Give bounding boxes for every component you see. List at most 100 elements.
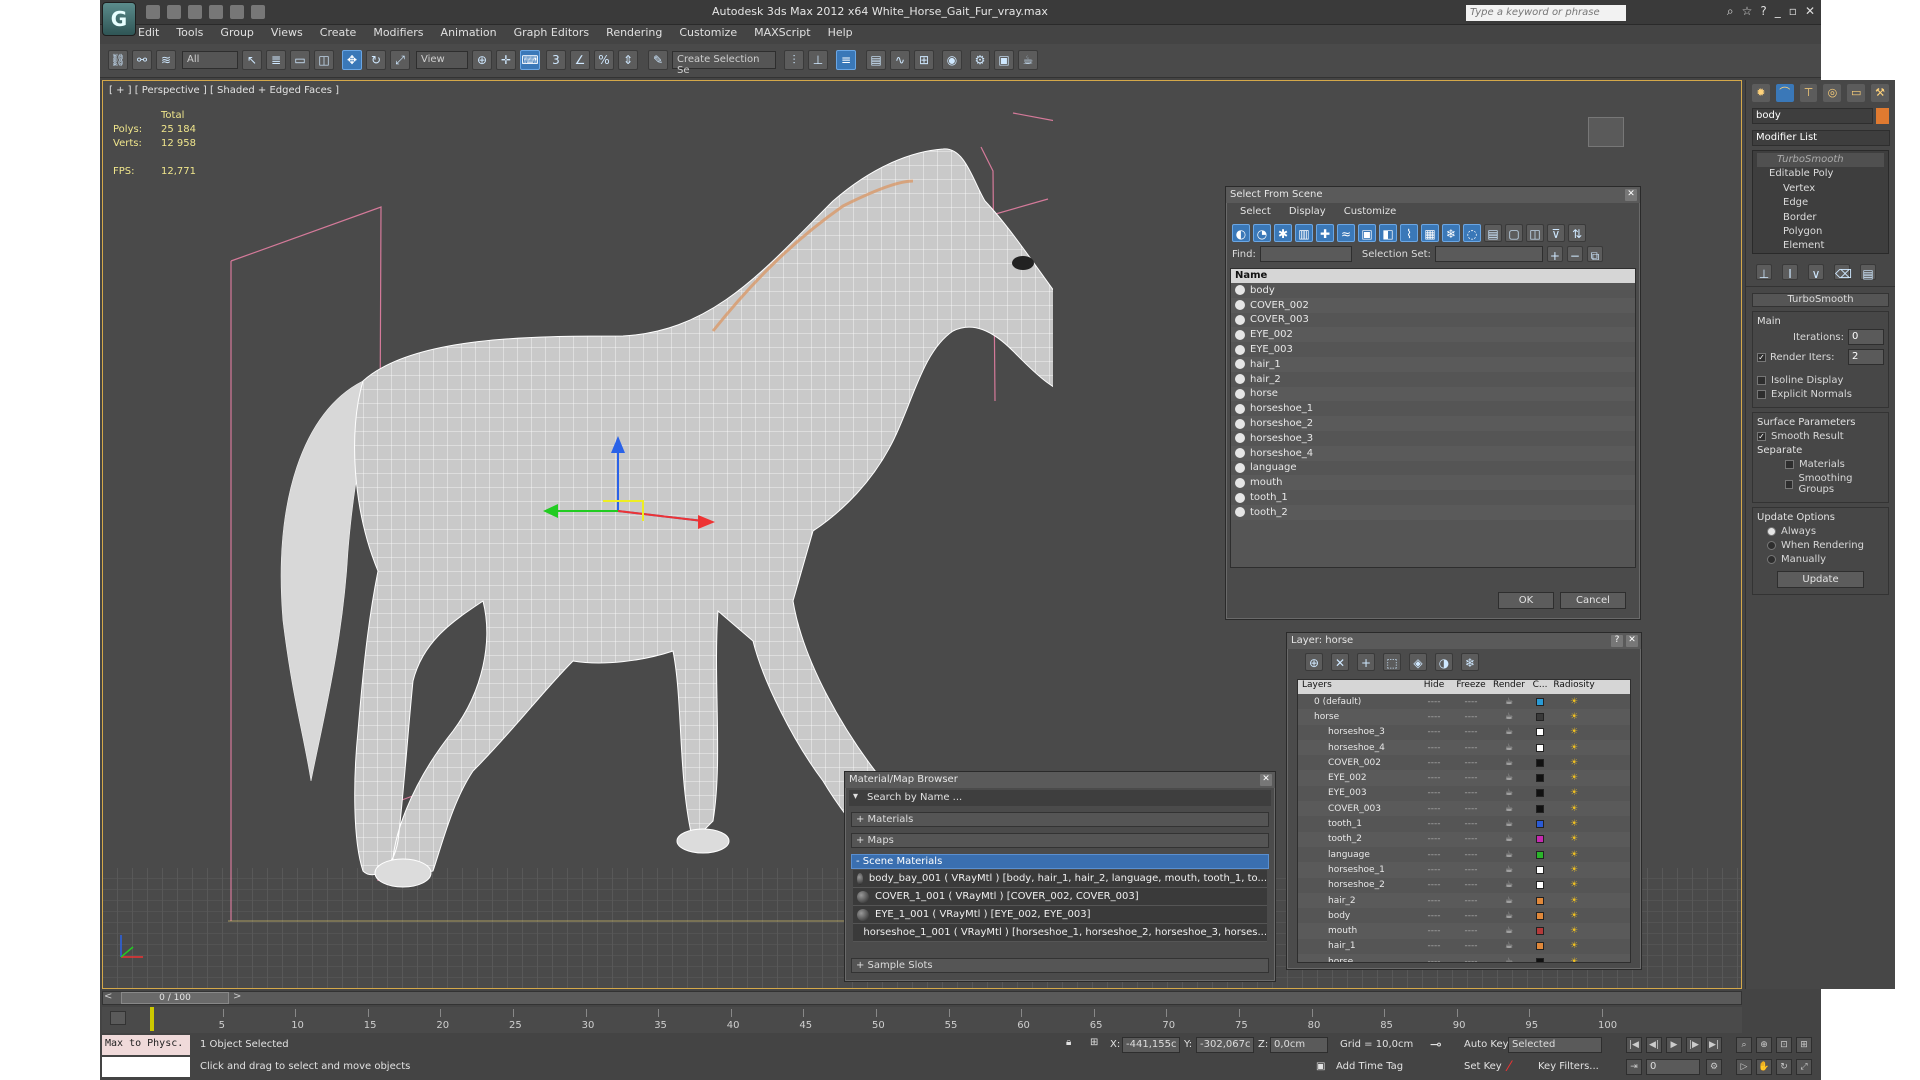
redo-icon[interactable] bbox=[230, 5, 244, 19]
update-button[interactable]: Update bbox=[1777, 571, 1864, 588]
layer-freeze-toggle[interactable]: ---- bbox=[1452, 727, 1490, 737]
display-all-icon[interactable]: ▤ bbox=[1484, 224, 1502, 242]
hide-all-layers-icon[interactable]: ◑ bbox=[1435, 653, 1453, 671]
select-menu-select[interactable]: Select bbox=[1240, 206, 1271, 217]
object-list-item[interactable]: horseshoe_3 bbox=[1231, 431, 1635, 446]
select-menu-display[interactable]: Display bbox=[1289, 206, 1326, 217]
display-xrefs-icon[interactable]: ◧ bbox=[1379, 224, 1397, 242]
bind-space-warp-icon[interactable]: ≋ bbox=[156, 50, 176, 70]
layer-render-icon[interactable]: ☕ bbox=[1490, 804, 1528, 814]
maps-group[interactable]: + Maps bbox=[851, 833, 1269, 848]
layer-freeze-toggle[interactable]: ---- bbox=[1452, 804, 1490, 814]
selection-region-icon[interactable]: ▭ bbox=[290, 50, 310, 70]
time-tag-icon[interactable]: ▣ bbox=[1316, 1061, 1325, 1072]
display-frozen-icon[interactable]: ❄ bbox=[1442, 224, 1460, 242]
infocenter-icon[interactable]: ⌕ bbox=[1727, 4, 1734, 19]
filter-icon[interactable]: ⊽ bbox=[1547, 224, 1565, 242]
layer-freeze-toggle[interactable]: ---- bbox=[1452, 819, 1490, 829]
star-icon[interactable]: ☆ bbox=[1742, 4, 1753, 19]
edit-named-selections-icon[interactable]: ✎ bbox=[648, 50, 668, 70]
scene-materials-group[interactable]: - Scene Materials bbox=[851, 854, 1269, 869]
make-unique-icon[interactable]: ∨ bbox=[1808, 264, 1824, 281]
layer-color-swatch[interactable] bbox=[1536, 927, 1544, 936]
freeze-all-layers-icon[interactable]: ❄ bbox=[1461, 653, 1479, 671]
menu-graph-editors[interactable]: Graph Editors bbox=[514, 26, 590, 42]
object-list-item[interactable]: EYE_003 bbox=[1231, 342, 1635, 357]
layer-hide-toggle[interactable]: ---- bbox=[1416, 957, 1452, 962]
time-configuration-icon[interactable]: ⚙ bbox=[1706, 1059, 1722, 1075]
display-invert-icon[interactable]: ◫ bbox=[1526, 224, 1544, 242]
layer-freeze-toggle[interactable]: ---- bbox=[1452, 697, 1490, 707]
show-end-result-icon[interactable]: I bbox=[1782, 264, 1798, 281]
keyboard-shortcut-override-icon[interactable]: ⌨ bbox=[520, 50, 540, 70]
time-slider-thumb[interactable]: 0 / 100 bbox=[121, 992, 229, 1004]
update-always-radio[interactable] bbox=[1767, 527, 1776, 536]
curve-editor-icon[interactable]: ∿ bbox=[890, 50, 910, 70]
menu-maxscript[interactable]: MAXScript bbox=[754, 26, 810, 42]
stack-item-polygon[interactable]: Polygon bbox=[1757, 225, 1884, 239]
layer-render-icon[interactable]: ☕ bbox=[1490, 727, 1528, 737]
col-freeze[interactable]: Freeze bbox=[1452, 680, 1490, 694]
key-mode-toggle-icon[interactable]: ⇥ bbox=[1626, 1059, 1642, 1075]
layer-hide-toggle[interactable]: ---- bbox=[1416, 880, 1452, 890]
layer-radiosity-icon[interactable]: ☀ bbox=[1552, 896, 1596, 906]
material-browser-close-button[interactable]: ✕ bbox=[1260, 774, 1272, 786]
layer-color-swatch[interactable] bbox=[1536, 835, 1544, 844]
layer-row[interactable]: 0 (default) ---- ---- ☕ ☀ bbox=[1298, 694, 1630, 709]
render-setup-icon[interactable]: ⚙ bbox=[970, 50, 990, 70]
display-helpers-icon[interactable]: ✚ bbox=[1316, 224, 1334, 242]
pivot-center-icon[interactable]: ⊕ bbox=[472, 50, 492, 70]
layer-freeze-toggle[interactable]: ---- bbox=[1452, 773, 1490, 783]
object-list-item[interactable]: tooth_2 bbox=[1231, 504, 1635, 520]
layer-radiosity-icon[interactable]: ☀ bbox=[1552, 880, 1596, 890]
key-filters-button[interactable]: Key Filters... bbox=[1538, 1061, 1599, 1072]
layer-freeze-toggle[interactable]: ---- bbox=[1452, 834, 1490, 844]
menu-help[interactable]: Help bbox=[828, 26, 853, 42]
layer-freeze-toggle[interactable]: ---- bbox=[1452, 850, 1490, 860]
layer-render-icon[interactable]: ☕ bbox=[1490, 880, 1528, 890]
layer-radiosity-icon[interactable]: ☀ bbox=[1552, 697, 1596, 707]
layer-color-swatch[interactable] bbox=[1536, 697, 1544, 706]
field-of-view-icon[interactable]: ▷ bbox=[1736, 1059, 1752, 1075]
pin-stack-icon[interactable]: ⊥ bbox=[1756, 264, 1772, 281]
layer-color-swatch[interactable] bbox=[1536, 957, 1544, 962]
layer-color-swatch[interactable] bbox=[1536, 896, 1544, 905]
snaps-toggle-icon[interactable]: 3 bbox=[546, 50, 566, 70]
layer-radiosity-icon[interactable]: ☀ bbox=[1552, 743, 1596, 753]
schematic-view-icon[interactable]: ⊞ bbox=[914, 50, 934, 70]
material-browser-title[interactable]: Material/Map Browser ✕ bbox=[845, 772, 1275, 788]
layer-hide-toggle[interactable]: ---- bbox=[1416, 865, 1452, 875]
separate-smoothing-groups-checkbox[interactable] bbox=[1785, 479, 1794, 489]
layer-hide-toggle[interactable]: ---- bbox=[1416, 850, 1452, 860]
rendered-frame-window-icon[interactable]: ▣ bbox=[994, 50, 1014, 70]
create-layer-icon[interactable]: ⊕ bbox=[1305, 653, 1323, 671]
object-list[interactable]: Name body COVER_002 COVER_003 EYE_002 EYE_00… bbox=[1230, 268, 1636, 568]
layer-freeze-toggle[interactable]: ---- bbox=[1452, 880, 1490, 890]
display-none-icon[interactable]: ▢ bbox=[1505, 224, 1523, 242]
maximize-viewport-icon[interactable]: ⤢ bbox=[1796, 1059, 1812, 1075]
layer-hide-toggle[interactable]: ---- bbox=[1416, 727, 1452, 737]
display-tab-icon[interactable]: ▭ bbox=[1847, 84, 1866, 102]
layer-radiosity-icon[interactable]: ☀ bbox=[1552, 941, 1596, 951]
layer-radiosity-icon[interactable]: ☀ bbox=[1552, 773, 1596, 783]
set-keys-icon[interactable]: ⁄ bbox=[1508, 1059, 1510, 1075]
configure-modifier-sets-icon[interactable]: ▤ bbox=[1860, 264, 1876, 281]
layer-row[interactable]: horseshoe_3 ---- ---- ☕ ☀ bbox=[1298, 725, 1630, 740]
column-header-name[interactable]: Name bbox=[1231, 269, 1635, 283]
zoom-extents-all-icon[interactable]: ⊞ bbox=[1796, 1037, 1812, 1053]
layer-manager-icon[interactable]: ≡ bbox=[836, 50, 856, 70]
object-color-swatch[interactable] bbox=[1875, 108, 1889, 124]
selection-filter-dropdown[interactable]: All bbox=[182, 51, 238, 69]
layer-render-icon[interactable]: ☕ bbox=[1490, 957, 1528, 962]
layer-radiosity-icon[interactable]: ☀ bbox=[1552, 926, 1596, 936]
select-dialog-title[interactable]: Select From Scene ✕ bbox=[1226, 187, 1640, 203]
display-shapes-icon[interactable]: ◔ bbox=[1253, 224, 1271, 242]
angle-snap-icon[interactable]: ∠ bbox=[570, 50, 590, 70]
zoom-extents-icon[interactable]: ⊡ bbox=[1776, 1037, 1792, 1053]
selset-copy-icon[interactable]: ⧉ bbox=[1586, 246, 1603, 263]
layer-hide-toggle[interactable]: ---- bbox=[1416, 804, 1452, 814]
scene-material-item[interactable]: horseshoe_1_001 ( VRayMtl ) [horseshoe_1… bbox=[853, 924, 1267, 942]
selset-add-icon[interactable]: + bbox=[1546, 246, 1563, 263]
col-render[interactable]: Render bbox=[1490, 680, 1528, 694]
display-hidden-icon[interactable]: ◌ bbox=[1463, 224, 1481, 242]
